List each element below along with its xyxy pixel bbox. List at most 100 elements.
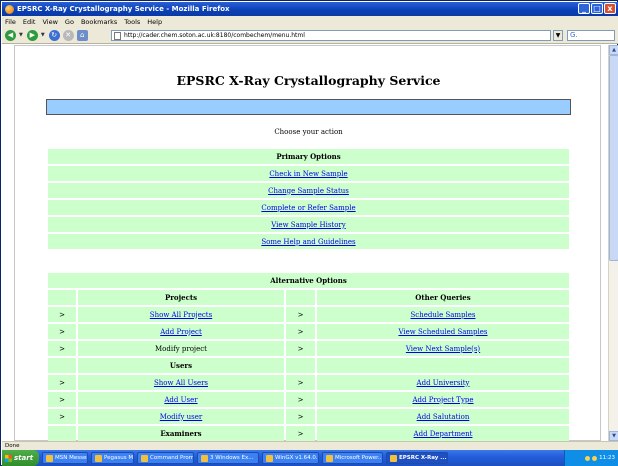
row-marker: > — [48, 392, 76, 407]
row-marker: > — [286, 409, 315, 424]
app-icon — [390, 454, 397, 462]
alternative-options-table: Alternative Options Projects Other Queri… — [46, 271, 571, 441]
taskbar-button-label: EPSRC X-Ray ... — [399, 455, 447, 461]
scroll-thumb[interactable] — [609, 55, 618, 261]
complete-or-refer-sample-link[interactable]: Complete or Refer Sample — [261, 204, 355, 212]
menu-help[interactable]: Help — [147, 18, 162, 26]
left-option-cell: Show All Projects — [78, 307, 284, 322]
right-option-link[interactable]: Add University — [417, 379, 470, 387]
system-tray: 11:23 — [564, 450, 618, 466]
row-marker: > — [286, 341, 315, 356]
home-icon[interactable]: ⌂ — [76, 29, 88, 41]
window-controls: _ □ x — [578, 3, 616, 14]
taskbar-button[interactable]: Microsoft Power... — [322, 452, 383, 464]
scroll-up-icon[interactable]: ▲ — [609, 45, 618, 55]
left-option-cell: Modify user — [78, 409, 284, 424]
address-dropdown-icon[interactable]: ▼ — [553, 30, 563, 41]
view-sample-history-link[interactable]: View Sample History — [271, 221, 346, 229]
stop-icon[interactable]: ✕ — [62, 29, 74, 41]
app-icon — [326, 454, 333, 462]
left-option-cell: Add Project — [78, 324, 284, 339]
taskbar-button[interactable]: 3 Windows Ex... — [197, 452, 259, 464]
projects-header: Projects — [78, 290, 284, 305]
banner-bar — [46, 99, 571, 115]
check-in-new-sample-link[interactable]: Check in New Sample — [269, 170, 347, 178]
alternative-option-row: > Modify user > Add Salutation — [48, 409, 569, 424]
address-text: http://cader.chem.soton.ac.uk:8180/combe… — [124, 32, 305, 39]
primary-option-cell: Some Help and Guidelines — [48, 234, 569, 249]
clock: 11:23 — [599, 455, 615, 461]
right-option-link[interactable]: Schedule Samples — [410, 311, 475, 319]
right-option-cell — [317, 358, 569, 373]
title-bar[interactable]: EPSRC X-Ray Crystallography Service - Mo… — [2, 2, 618, 16]
alternative-option-row: > Add Project > View Scheduled Samples — [48, 324, 569, 339]
taskbar-button[interactable]: Pegasus Mail — [91, 452, 134, 464]
address-bar[interactable]: http://cader.chem.soton.ac.uk:8180/combe… — [111, 30, 551, 41]
minimize-button[interactable]: _ — [578, 3, 590, 14]
section-header: Examiners — [78, 426, 284, 441]
start-label: start — [14, 454, 34, 462]
right-option-link[interactable]: Add Department — [414, 430, 473, 438]
status-bar: Done — [2, 441, 618, 450]
page-body: EPSRC X-Ray Crystallography Service Choo… — [14, 45, 601, 441]
vertical-scrollbar[interactable]: ▲ ▼ — [608, 45, 618, 441]
change-sample-status-link[interactable]: Change Sample Status — [268, 187, 349, 195]
row-marker: > — [286, 307, 315, 322]
tray-icon[interactable] — [592, 455, 598, 461]
left-option-link[interactable]: Add Project — [160, 328, 202, 336]
navigation-toolbar: ◀ ▼ ▶ ▼ ↻ ✕ ⌂ http://cader.chem.soton.ac… — [2, 27, 618, 44]
back-icon[interactable]: ◀ — [5, 29, 16, 41]
row-marker: > — [48, 307, 76, 322]
alternative-option-row: > Show All Projects > Schedule Samples — [48, 307, 569, 322]
primary-options-table: Primary Options Check in New Sample Chan… — [46, 147, 571, 251]
browser-window: EPSRC X-Ray Crystallography Service - Mo… — [0, 0, 618, 466]
left-option-text: Modify project — [78, 341, 284, 356]
right-option-link[interactable]: View Scheduled Samples — [398, 328, 487, 336]
taskbar-button[interactable]: MSN Messenger — [42, 452, 88, 464]
spacer-cell — [48, 290, 76, 305]
right-option-link[interactable]: Add Project Type — [412, 396, 473, 404]
right-option-cell: View Scheduled Samples — [317, 324, 569, 339]
start-button[interactable]: start — [2, 450, 39, 466]
menu-tools[interactable]: Tools — [124, 18, 140, 26]
primary-option-cell: Change Sample Status — [48, 183, 569, 198]
menu-go[interactable]: Go — [65, 18, 74, 26]
row-marker — [286, 358, 315, 373]
right-option-cell: Add Salutation — [317, 409, 569, 424]
taskbar-button-label: MSN Messenger — [55, 455, 87, 461]
close-button[interactable]: x — [604, 3, 616, 14]
right-option-link[interactable]: View Next Sample(s) — [406, 345, 480, 353]
primary-option-cell: Check in New Sample — [48, 166, 569, 181]
menu-view[interactable]: View — [42, 18, 57, 26]
taskbar-button-label: Microsoft Power... — [335, 455, 383, 461]
primary-options-header: Primary Options — [48, 149, 569, 164]
left-option-link[interactable]: Modify user — [160, 413, 202, 421]
menu-bookmarks[interactable]: Bookmarks — [81, 18, 117, 26]
forward-icon[interactable]: ▶ — [26, 29, 38, 41]
scroll-down-icon[interactable]: ▼ — [609, 431, 618, 441]
menu-file[interactable]: File — [5, 18, 16, 26]
reload-icon[interactable]: ↻ — [48, 29, 60, 41]
alternative-option-row: > Add User > Add Project Type — [48, 392, 569, 407]
row-marker: > — [286, 324, 315, 339]
left-option-link[interactable]: Add User — [164, 396, 197, 404]
left-option-link[interactable]: Show All Projects — [150, 311, 212, 319]
maximize-button[interactable]: □ — [591, 3, 603, 14]
search-box[interactable]: G. — [567, 30, 615, 41]
taskbar-button[interactable]: EPSRC X-Ray ... — [386, 452, 448, 464]
menu-edit[interactable]: Edit — [23, 18, 36, 26]
window-title: EPSRC X-Ray Crystallography Service - Mo… — [17, 5, 230, 13]
tray-icon[interactable] — [585, 455, 591, 461]
right-option-link[interactable]: Add Salutation — [417, 413, 470, 421]
alternative-options-header: Alternative Options — [48, 273, 569, 288]
windows-logo-icon — [5, 454, 12, 462]
help-and-guidelines-link[interactable]: Some Help and Guidelines — [261, 238, 355, 246]
taskbar-button[interactable]: Command Prompt — [137, 452, 194, 464]
left-option-cell: Add User — [78, 392, 284, 407]
back-dropdown-icon[interactable]: ▼ — [19, 32, 23, 38]
taskbar-button[interactable]: WinGX v1.64.0... — [262, 452, 319, 464]
app-icon — [266, 454, 273, 462]
left-option-link[interactable]: Show All Users — [154, 379, 208, 387]
forward-dropdown-icon[interactable]: ▼ — [41, 32, 45, 38]
app-icon — [46, 454, 53, 462]
